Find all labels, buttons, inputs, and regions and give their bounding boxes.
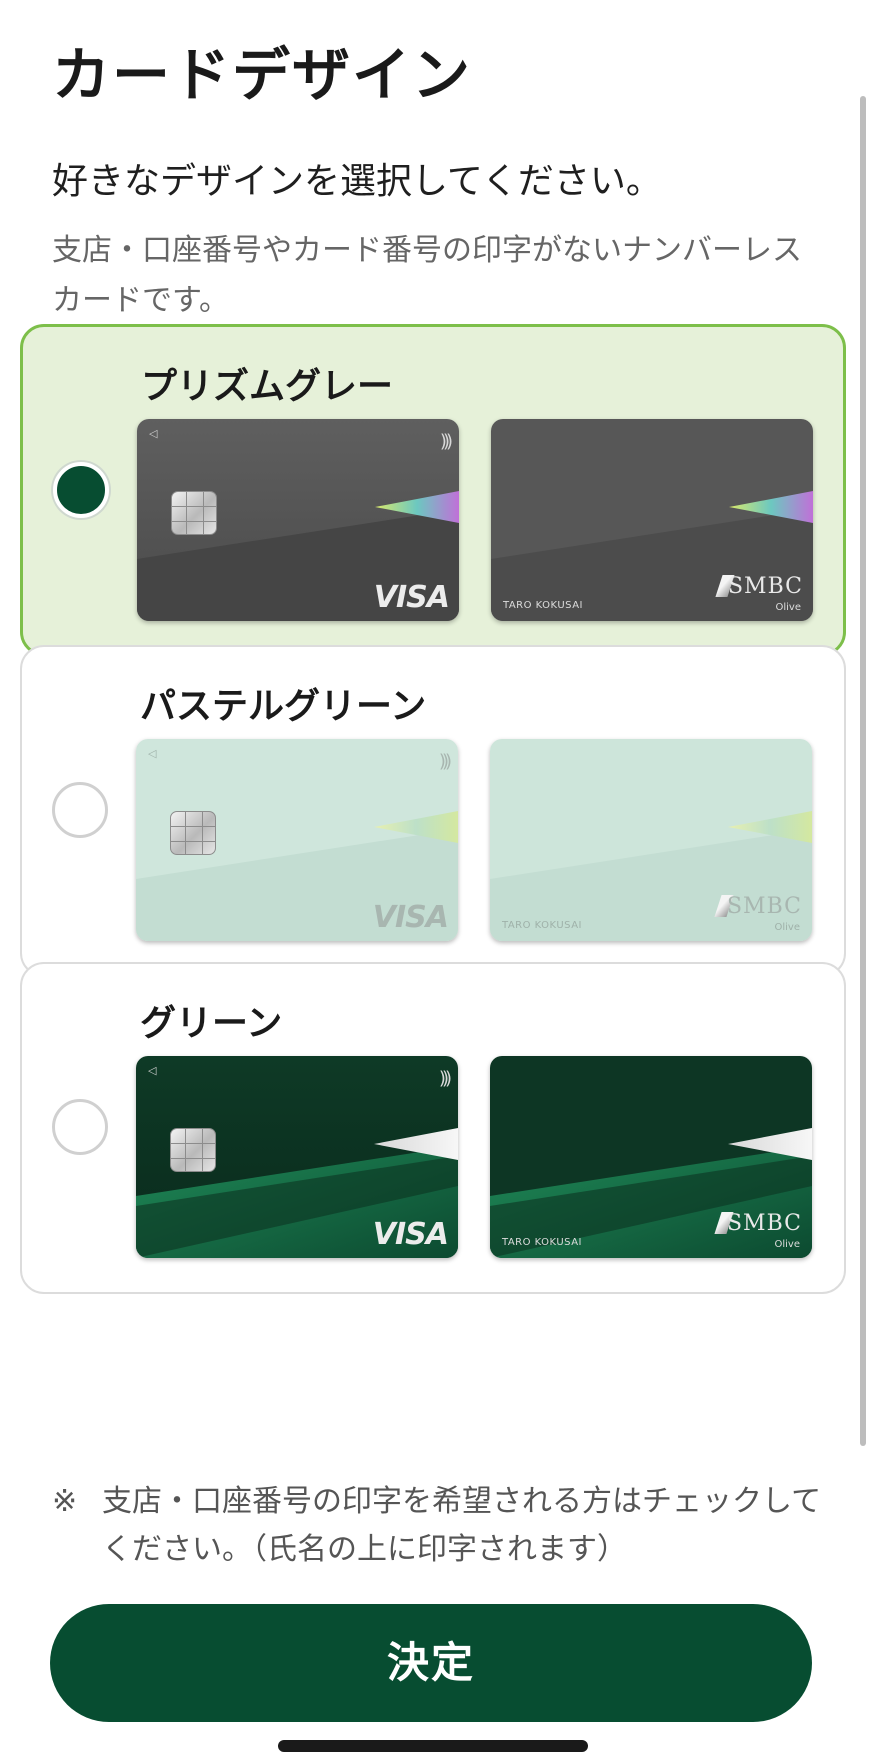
- contactless-icon: ))): [438, 1068, 452, 1089]
- radio-selected-icon[interactable]: [53, 462, 109, 518]
- contactless-icon: ))): [438, 751, 452, 772]
- scrollbar[interactable]: [860, 96, 866, 1446]
- chip-icon: [170, 1128, 216, 1172]
- smbc-logo: SMBC: [726, 894, 802, 919]
- chip-icon: [171, 491, 217, 535]
- note-text: 支店・口座番号の印字を希望される方はチェックしてください。（氏名の上に印字されま…: [102, 1484, 822, 1567]
- print-note: ※ 支店・口座番号の印字を希望される方はチェックしてください。（氏名の上に印字さ…: [52, 1478, 832, 1574]
- option-label: プリズムグレー: [141, 366, 394, 407]
- radio-icon[interactable]: [52, 1099, 108, 1155]
- visa-logo: VISA: [373, 580, 450, 615]
- olive-label: Olive: [774, 922, 801, 933]
- card-back-preview: TARO KOKUSAI SMBC Olive: [490, 1056, 812, 1258]
- option-label: グリーン: [140, 1003, 283, 1044]
- card-back-preview: TARO KOKUSAI SMBC Olive: [491, 419, 813, 621]
- option-label: パステルグリーン: [140, 686, 427, 727]
- design-option-pastel-green[interactable]: パステルグリーン ◁ ))) VISA TARO KOKUSAI SMBC Ol…: [20, 645, 846, 977]
- olive-label: Olive: [775, 602, 802, 613]
- design-option-green[interactable]: グリーン ◁ ))) VISA TARO KOKUSAI SMBC Olive: [20, 962, 846, 1294]
- visa-logo: VISA: [372, 900, 449, 935]
- visa-logo: VISA: [372, 1217, 449, 1252]
- lead-text: 好きなデザインを選択してください。: [52, 161, 662, 202]
- smbc-logo: SMBC: [727, 574, 803, 599]
- card-back-preview: TARO KOKUSAI SMBC Olive: [490, 739, 812, 941]
- design-option-prism-gray[interactable]: プリズムグレー ◁ ))) VISA TARO KOKUSAI SMBC Oli: [20, 324, 846, 656]
- card-front-preview: ◁ ))) VISA: [137, 419, 459, 621]
- card-holder-name: TARO KOKUSAI: [503, 600, 583, 611]
- olive-label: Olive: [774, 1239, 801, 1250]
- card-mark-icon: ◁: [148, 747, 157, 760]
- card-front-preview: ◁ ))) VISA: [136, 739, 458, 941]
- card-mark-icon: ◁: [148, 1064, 157, 1077]
- page-title: カードデザイン: [52, 41, 473, 109]
- card-holder-name: TARO KOKUSAI: [502, 920, 582, 931]
- radio-icon[interactable]: [52, 782, 108, 838]
- note-mark: ※: [52, 1484, 78, 1519]
- card-mark-icon: ◁: [149, 427, 158, 440]
- chip-icon: [170, 811, 216, 855]
- home-indicator: [278, 1740, 588, 1752]
- smbc-logo: SMBC: [726, 1211, 802, 1236]
- card-holder-name: TARO KOKUSAI: [502, 1237, 582, 1248]
- decide-button[interactable]: 決定: [50, 1604, 812, 1722]
- contactless-icon: ))): [439, 431, 453, 452]
- card-front-preview: ◁ ))) VISA: [136, 1056, 458, 1258]
- description-text: 支店・口座番号やカード番号の印字がないナンバーレスカードです。: [52, 233, 802, 318]
